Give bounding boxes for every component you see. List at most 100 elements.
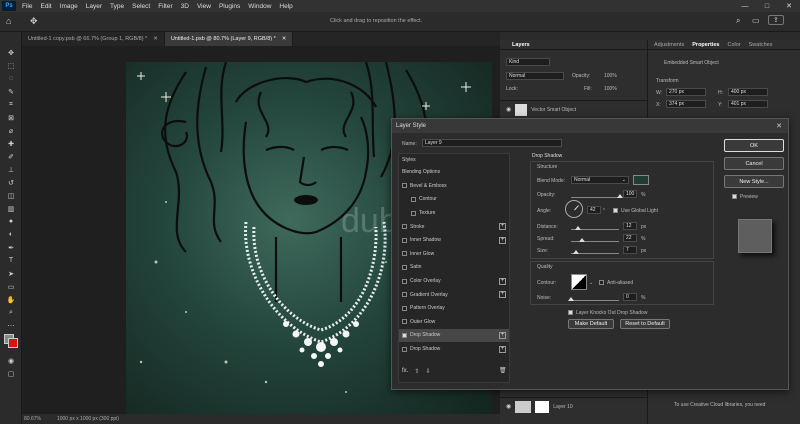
more-tools-icon[interactable]: ⋯: [0, 319, 22, 332]
style-item[interactable]: Pattern Overlay: [399, 302, 509, 316]
move-down-icon[interactable]: ⇩: [425, 368, 430, 375]
tab-properties[interactable]: Properties: [688, 42, 723, 48]
add-style-icon[interactable]: +: [499, 345, 506, 353]
pen-tool-icon[interactable]: ✒: [0, 241, 22, 254]
screen-mode-icon[interactable]: ▢: [0, 367, 22, 380]
tab-layers[interactable]: Layers: [508, 42, 534, 48]
zoom-level[interactable]: 80.67%: [24, 416, 41, 422]
blur-tool-icon[interactable]: ●: [0, 215, 22, 228]
share-icon[interactable]: ⇪: [768, 15, 784, 25]
style-item-checkbox[interactable]: [402, 251, 407, 257]
menu-layer[interactable]: Layer: [82, 3, 106, 10]
background-color-swatch[interactable]: [8, 338, 18, 348]
opacity-value[interactable]: 100%: [604, 73, 617, 79]
size-slider-knob[interactable]: [573, 250, 579, 254]
add-style-icon[interactable]: +: [499, 223, 506, 231]
color-swatches[interactable]: [0, 332, 21, 354]
style-item-checkbox[interactable]: [402, 237, 407, 243]
distance-slider-knob[interactable]: [575, 226, 581, 230]
dodge-tool-icon[interactable]: ◐: [0, 228, 22, 241]
tab-color[interactable]: Color: [723, 42, 744, 48]
doc-tab-1[interactable]: Untitled-1 copy.psb @ 66.7% (Group 1, RG…: [22, 32, 165, 46]
style-item-checkbox[interactable]: [402, 332, 407, 338]
height-field[interactable]: 400 px: [728, 88, 768, 96]
style-item-checkbox[interactable]: [402, 292, 407, 298]
layer-blend-select[interactable]: Normal: [506, 72, 564, 80]
close-tab-icon[interactable]: ✕: [153, 36, 158, 42]
opacity-slider[interactable]: [571, 197, 619, 198]
style-item[interactable]: Inner Glow: [399, 248, 509, 262]
add-style-icon[interactable]: +: [499, 291, 506, 299]
crop-tool-icon[interactable]: ⌗: [0, 98, 22, 111]
fill-value[interactable]: 100%: [604, 86, 617, 92]
add-style-icon[interactable]: +: [499, 332, 506, 340]
menu-image[interactable]: Image: [56, 3, 82, 10]
spread-slider-knob[interactable]: [579, 238, 585, 242]
trash-icon[interactable]: 🗑: [499, 367, 507, 374]
style-item-checkbox[interactable]: [402, 278, 407, 284]
ok-button[interactable]: OK: [724, 139, 784, 152]
style-item[interactable]: Satin: [399, 261, 509, 275]
shape-tool-icon[interactable]: ▭: [0, 280, 22, 293]
marquee-tool-icon[interactable]: ⬚: [0, 59, 22, 72]
opacity-field[interactable]: 100: [623, 190, 637, 198]
photoshop-logo[interactable]: Ps: [2, 1, 16, 11]
quick-select-tool-icon[interactable]: ✎: [0, 85, 22, 98]
reset-default-button[interactable]: Reset to Default: [620, 319, 670, 329]
layer-row[interactable]: ◉ Layer 10: [500, 397, 648, 415]
add-style-icon[interactable]: +: [499, 236, 506, 244]
type-tool-icon[interactable]: T: [0, 254, 22, 267]
move-tool-icon[interactable]: ✥: [30, 16, 38, 27]
close-window-button[interactable]: ✕: [778, 0, 800, 12]
minimize-button[interactable]: —: [734, 0, 756, 12]
style-item[interactable]: Gradient Overlay +: [399, 288, 509, 302]
new-style-button[interactable]: New Style...: [724, 175, 784, 188]
path-select-tool-icon[interactable]: ➤: [0, 267, 22, 280]
width-field[interactable]: 270 px: [666, 88, 706, 96]
eyedropper-tool-icon[interactable]: ⌀: [0, 124, 22, 137]
fx-button[interactable]: fx.: [402, 368, 408, 375]
angle-field[interactable]: 42: [587, 206, 601, 214]
tab-adjustments[interactable]: Adjustments: [650, 42, 688, 48]
size-field[interactable]: 7: [623, 246, 637, 254]
x-field[interactable]: 374 px: [666, 100, 706, 108]
lasso-tool-icon[interactable]: ◌: [0, 72, 22, 85]
eye-icon[interactable]: ◉: [506, 106, 511, 113]
gradient-tool-icon[interactable]: ▥: [0, 202, 22, 215]
cancel-button[interactable]: Cancel: [724, 157, 784, 170]
quick-mask-icon[interactable]: ◉: [0, 354, 22, 367]
use-global-light-checkbox[interactable]: [613, 208, 618, 213]
noise-slider-knob[interactable]: [568, 297, 574, 301]
chevron-down-icon[interactable]: ⌄: [589, 280, 593, 286]
knocks-out-checkbox[interactable]: [568, 310, 573, 315]
menu-file[interactable]: File: [18, 3, 36, 10]
shadow-color-swatch[interactable]: [633, 175, 649, 185]
style-item-checkbox[interactable]: [411, 196, 416, 202]
close-tab-icon[interactable]: ✕: [282, 36, 287, 42]
hand-tool-icon[interactable]: ✋: [0, 293, 22, 306]
home-icon[interactable]: ⌂: [6, 16, 11, 26]
style-item-checkbox[interactable]: [411, 210, 416, 216]
contour-picker[interactable]: [571, 274, 587, 290]
tab-swatches[interactable]: Swatches: [745, 42, 777, 48]
style-item-checkbox[interactable]: [402, 319, 407, 325]
search-icon[interactable]: ⌕: [736, 16, 740, 26]
style-item[interactable]: Color Overlay +: [399, 275, 509, 289]
menu-window[interactable]: Window: [244, 3, 275, 10]
doc-tab-2[interactable]: Untitled-1.psb @ 80.7% (Layer 9, RGB/8) …: [164, 32, 294, 46]
menu-view[interactable]: View: [193, 3, 215, 10]
style-item[interactable]: Contour: [399, 193, 509, 207]
distance-field[interactable]: 12: [623, 222, 637, 230]
add-style-icon[interactable]: +: [499, 277, 506, 285]
blend-mode-select[interactable]: Normal ⌄: [571, 176, 629, 184]
style-item[interactable]: Stroke +: [399, 220, 509, 234]
eye-icon[interactable]: ◉: [506, 403, 511, 410]
close-dialog-icon[interactable]: ✕: [776, 122, 782, 130]
menu-select[interactable]: Select: [128, 3, 154, 10]
zoom-tool-icon[interactable]: ⌕: [0, 306, 22, 319]
style-item[interactable]: Drop Shadow +: [399, 343, 509, 357]
style-item[interactable]: Bevel & Emboss: [399, 180, 509, 194]
style-item[interactable]: Texture: [399, 207, 509, 221]
style-item[interactable]: Outer Glow: [399, 316, 509, 330]
menu-edit[interactable]: Edit: [36, 3, 55, 10]
